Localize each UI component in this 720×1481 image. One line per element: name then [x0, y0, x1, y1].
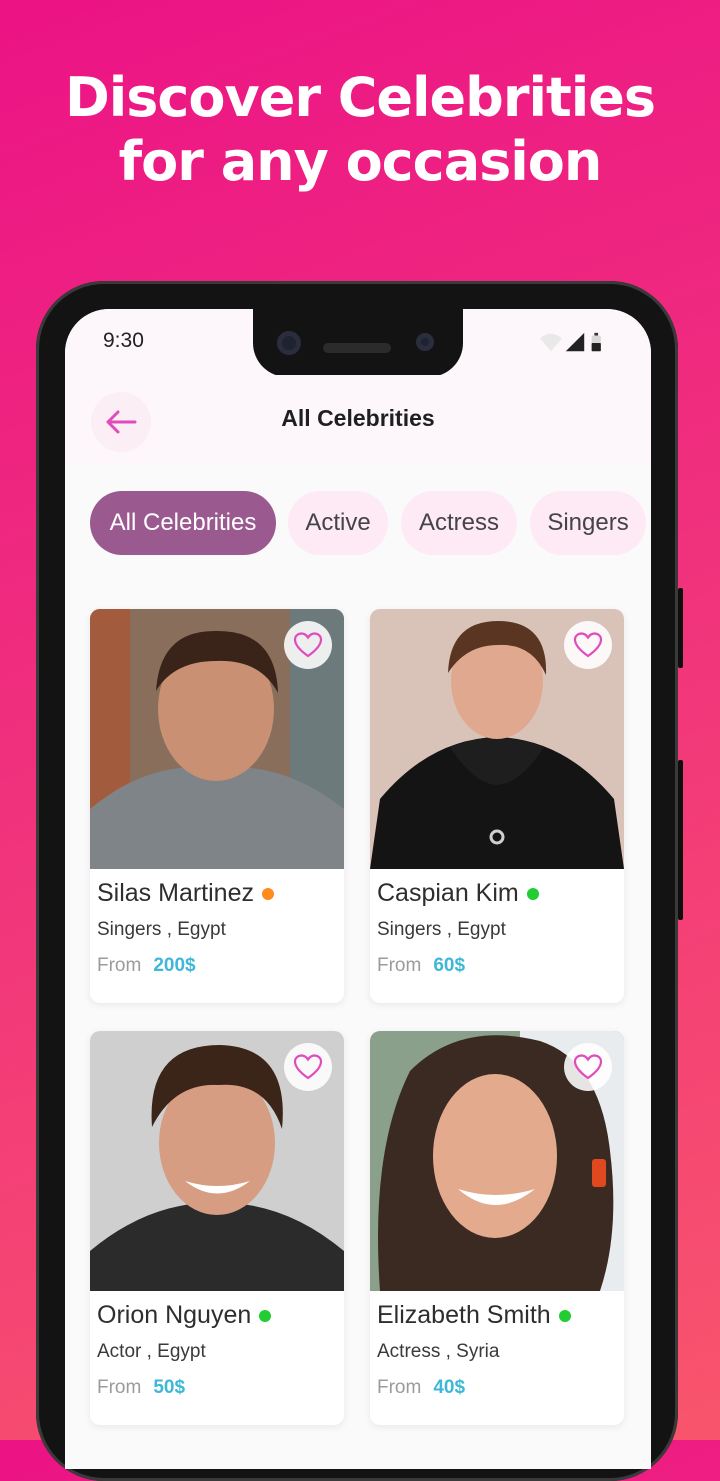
- earpiece-speaker: [323, 343, 391, 353]
- celebrity-name: Orion Nguyen: [97, 1300, 252, 1329]
- status-icons: [539, 332, 601, 352]
- favorite-button[interactable]: [284, 1043, 332, 1091]
- celebrity-price: 40$: [433, 1377, 466, 1398]
- celebrity-card[interactable]: Orion Nguyen Actor , Egypt From 50$: [90, 1031, 344, 1425]
- celebrity-price-row: From 200$: [97, 955, 196, 977]
- celebrity-name: Caspian Kim: [377, 878, 519, 907]
- celebrity-price-row: From 40$: [377, 1377, 465, 1399]
- promo-headline-line2: for any occasion: [118, 130, 603, 193]
- celebrity-card[interactable]: Elizabeth Smith Actress , Syria From 40$: [370, 1031, 624, 1425]
- phone-power-button: [678, 588, 683, 668]
- celebrity-name: Elizabeth Smith: [377, 1300, 551, 1329]
- page-title: All Celebrities: [281, 405, 435, 431]
- status-time: 9:30: [103, 329, 144, 352]
- cellular-signal-icon: [565, 332, 585, 352]
- heart-icon: [293, 632, 323, 658]
- celebrity-name-row: Caspian Kim: [377, 876, 539, 910]
- celebrity-category: Actress , Syria: [377, 1341, 500, 1362]
- price-from-label: From: [97, 955, 142, 976]
- status-dot-online: [259, 1310, 272, 1322]
- filter-chip-singers[interactable]: Singers: [530, 491, 646, 555]
- filter-chip-all-celebrities[interactable]: All Celebrities: [90, 491, 276, 555]
- heart-icon: [573, 1054, 603, 1080]
- promo-headline: Discover Celebrities for any occasion: [0, 66, 720, 194]
- celebrity-name-row: Elizabeth Smith: [377, 1298, 571, 1332]
- favorite-button[interactable]: [564, 1043, 612, 1091]
- favorite-button[interactable]: [284, 621, 332, 669]
- top-app-bar: All Celebrities: [65, 375, 651, 465]
- app-screen: 9:30 All Celebrities All Celebrities Act…: [65, 309, 651, 1469]
- category-filter-chips: All Celebrities Active Actress Singers: [90, 491, 651, 557]
- status-dot-away: [262, 888, 274, 900]
- promo-headline-line1: Discover Celebrities: [64, 66, 656, 129]
- celebrity-category: Singers , Egypt: [97, 919, 226, 940]
- status-dot-online: [526, 888, 539, 900]
- celebrity-price-row: From 60$: [377, 955, 465, 977]
- celebrity-price: 200$: [153, 955, 196, 976]
- battery-icon: [591, 332, 601, 352]
- filter-chip-actress[interactable]: Actress: [401, 491, 517, 555]
- camera-notch: [253, 309, 463, 377]
- celebrity-category: Singers , Egypt: [377, 919, 506, 940]
- price-from-label: From: [97, 1377, 142, 1398]
- price-from-label: From: [377, 955, 422, 976]
- heart-icon: [293, 1054, 323, 1080]
- heart-icon: [573, 632, 603, 658]
- celebrity-category: Actor , Egypt: [97, 1341, 206, 1362]
- status-dot-online: [558, 1310, 571, 1322]
- celebrity-name-row: Silas Martinez: [97, 876, 274, 910]
- celebrity-card[interactable]: Silas Martinez Singers , Egypt From 200$: [90, 609, 344, 1003]
- filter-chip-active[interactable]: Active: [288, 491, 388, 555]
- favorite-button[interactable]: [564, 621, 612, 669]
- celebrity-price-row: From 50$: [97, 1377, 185, 1399]
- price-from-label: From: [377, 1377, 422, 1398]
- proximity-sensor: [416, 333, 434, 351]
- wifi-icon: [539, 333, 563, 352]
- celebrity-name: Silas Martinez: [97, 878, 254, 907]
- celebrity-card[interactable]: Caspian Kim Singers , Egypt From 60$: [370, 609, 624, 1003]
- front-camera: [277, 331, 301, 355]
- celebrity-price: 50$: [153, 1377, 186, 1398]
- phone-volume-button: [678, 760, 683, 920]
- celebrity-name-row: Orion Nguyen: [97, 1298, 272, 1332]
- celebrity-price: 60$: [433, 955, 466, 976]
